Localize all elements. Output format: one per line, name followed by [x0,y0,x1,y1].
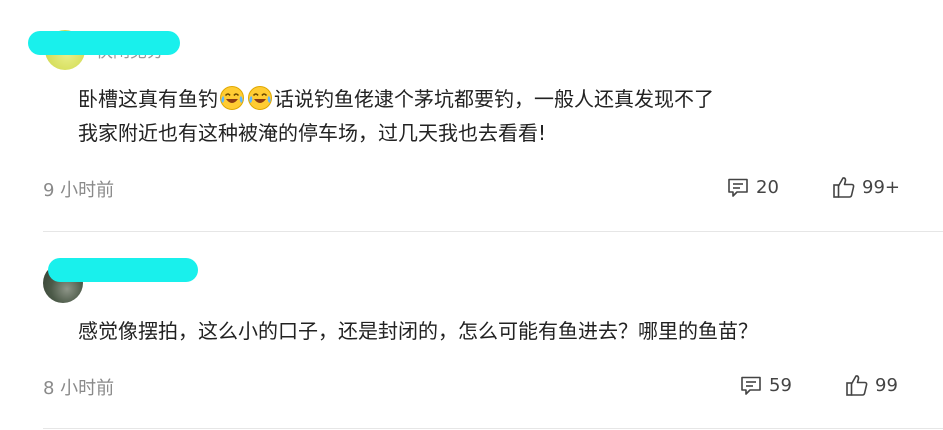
thumbs-up-icon [846,375,868,396]
reply-count: 59 [769,374,792,396]
comment-text: 感觉像摆拍，这么小的口子，还是封闭的，怎么可能有鱼进去？哪里的鱼苗？ [78,319,758,343]
comment-time: 8 小时前 [43,378,115,399]
comment-bubble-icon [741,376,761,395]
divider [43,428,943,429]
reply-button[interactable]: 59 [739,373,792,397]
like-button[interactable]: 99 [845,372,898,398]
like-count: 99 [875,374,898,396]
comment-item: 感觉像摆拍，这么小的口子，还是封闭的，怎么可能有鱼进去？哪里的鱼苗？ 8 小时前… [0,0,943,430]
username-redaction [48,258,198,282]
comment-list: 快闲见分 卧槽这真有鱼钓话说钓鱼佬逮个茅坑都要钓，一般人还真发现不了 我家附近也… [0,0,943,430]
